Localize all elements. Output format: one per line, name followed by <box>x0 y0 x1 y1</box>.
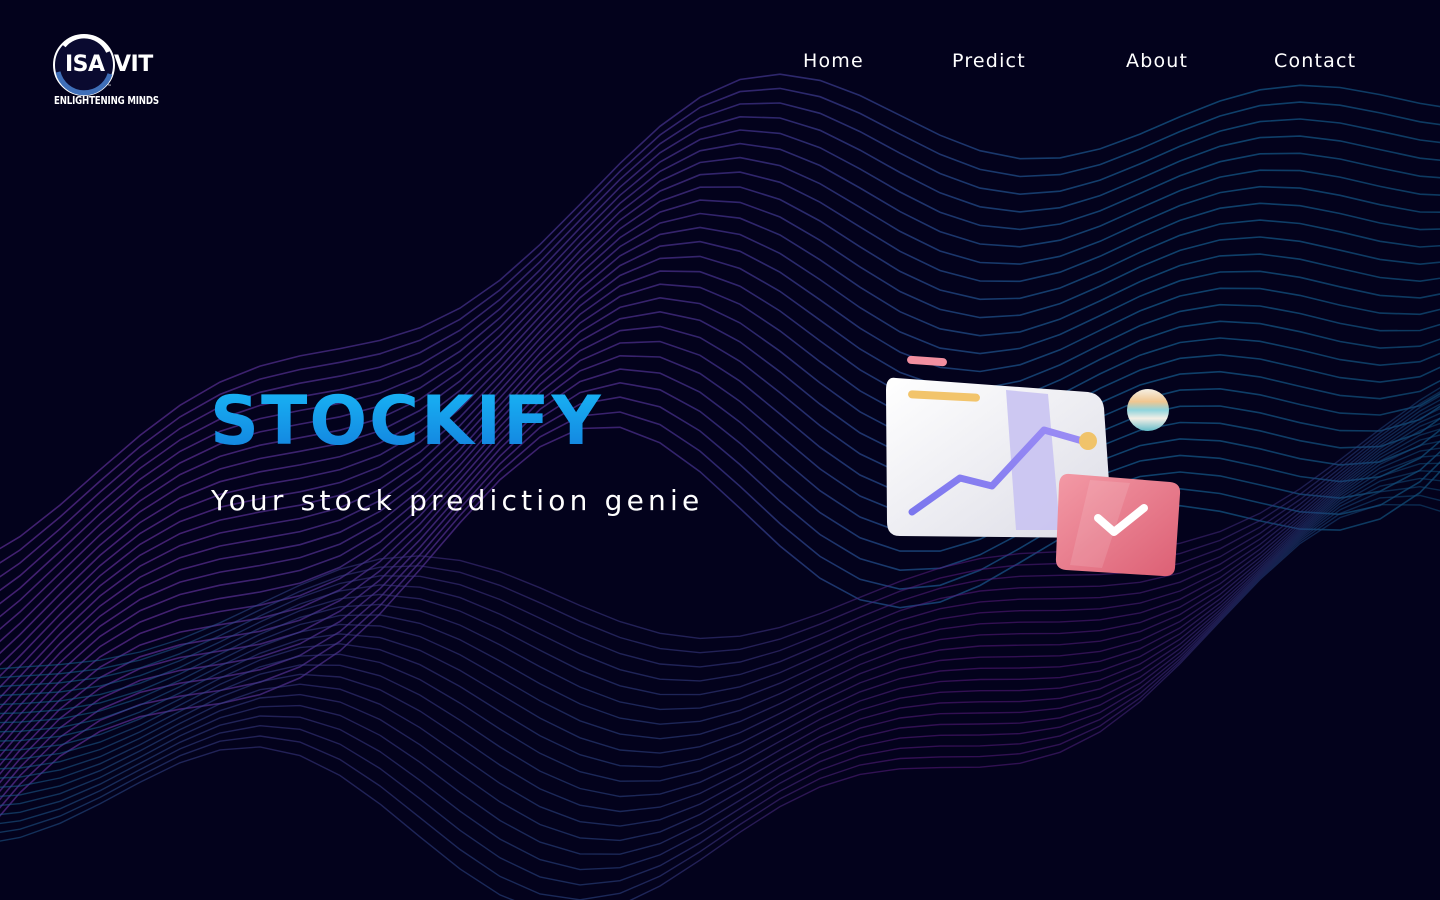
nav-link-about[interactable]: About <box>1126 50 1188 72</box>
hero-title: STOCKIFY <box>210 382 603 461</box>
stock-chart-card-icon <box>880 350 1190 585</box>
logo-trademark: ™ <box>107 84 112 90</box>
hero-subtitle: Your stock prediction genie <box>211 484 704 517</box>
nav-link-predict[interactable]: Predict <box>952 50 1026 72</box>
main-nav: Home Predict About Contact <box>0 50 1440 76</box>
nav-link-home[interactable]: Home <box>803 50 864 72</box>
nav-link-contact[interactable]: Contact <box>1274 50 1356 72</box>
logo-tagline: ENLIGHTENING MINDS <box>54 95 159 107</box>
